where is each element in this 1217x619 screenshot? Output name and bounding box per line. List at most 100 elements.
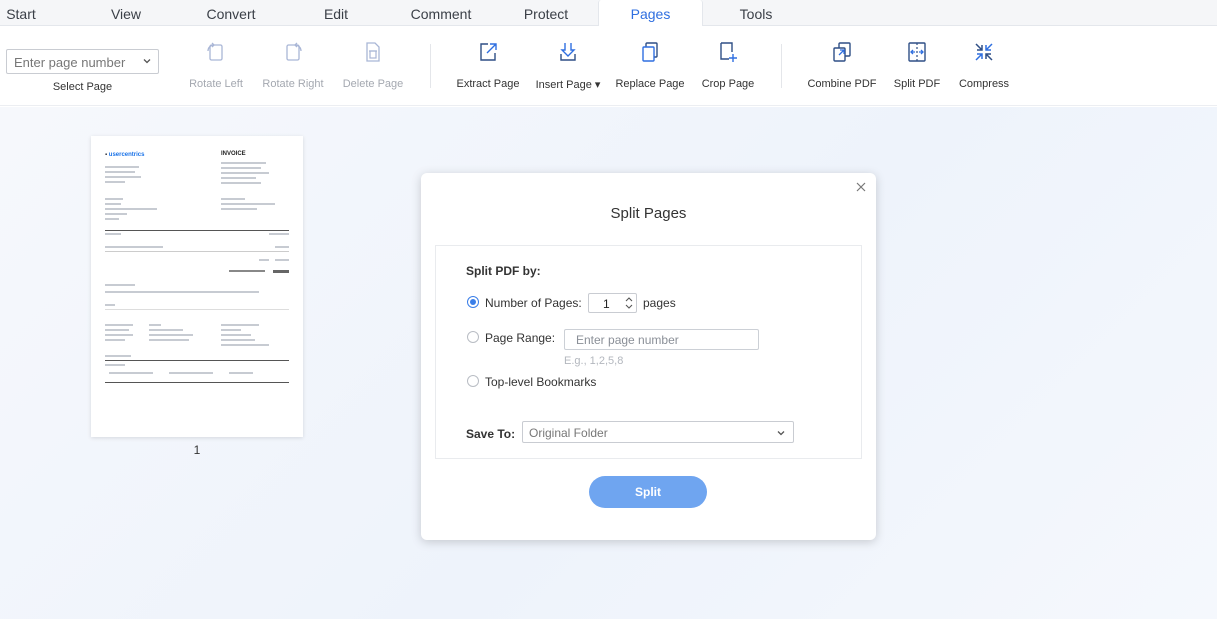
radio-number-of-pages[interactable] [467, 296, 479, 308]
tab-comment[interactable]: Comment [401, 0, 481, 26]
replace-page-icon [642, 42, 658, 62]
invoice-text-line [259, 259, 269, 261]
page-number-label: 1 [193, 443, 201, 457]
invoice-text-line [273, 270, 289, 273]
split-button[interactable]: Split [589, 476, 707, 508]
invoice-text-line [221, 339, 255, 341]
split-pdf-icon [908, 42, 926, 62]
compress-button[interactable]: Compress [942, 40, 1026, 90]
invoice-text-line [221, 172, 269, 174]
save-to-label: Save To: [466, 427, 516, 441]
invoice-text-line [105, 334, 133, 336]
extract-page-button[interactable]: Extract Page [446, 40, 530, 90]
invoice-text-line [169, 372, 213, 374]
compress-label: Compress [958, 78, 1010, 90]
invoice-text-line [105, 364, 125, 366]
save-to-value: Original Folder [529, 426, 608, 440]
tab-pages[interactable]: Pages [598, 0, 703, 27]
invoice-rule [105, 251, 289, 252]
replace-page-label: Replace Page [615, 78, 685, 90]
invoice-text-line [221, 203, 275, 205]
invoice-text-line [149, 324, 161, 326]
delete-page-label: Delete Page [342, 78, 404, 90]
invoice-text-line [221, 344, 269, 346]
invoice-text-line [105, 291, 259, 293]
rotate-right-label: Rotate Right [262, 78, 324, 90]
insert-page-label: Insert Page ▾ [535, 79, 601, 91]
invoice-text-line [221, 324, 259, 326]
invoice-text-line [109, 372, 153, 374]
invoice-text-line [221, 208, 257, 210]
invoice-text-line [105, 181, 125, 183]
invoice-text-line [221, 329, 241, 331]
number-of-pages-label[interactable]: Number of Pages: [485, 296, 582, 310]
crop-page-label: Crop Page [701, 78, 755, 90]
page-range-label[interactable]: Page Range: [485, 331, 555, 345]
split-pages-dialog: Split Pages Split PDF by: Number of Page… [421, 173, 876, 540]
invoice-text-line [105, 176, 141, 178]
pages-stepper-value: 1 [603, 297, 610, 311]
tab-convert[interactable]: Convert [196, 0, 266, 26]
invoice-text-line [105, 166, 139, 168]
invoice-text-line [221, 162, 266, 164]
replace-page-button[interactable]: Replace Page [608, 40, 692, 90]
tab-start[interactable]: Start [0, 0, 42, 26]
save-to-select[interactable]: Original Folder [522, 421, 794, 443]
rotate-right-button[interactable]: Rotate Right [251, 40, 335, 90]
radio-top-level-bookmarks[interactable] [467, 375, 479, 387]
invoice-rule [105, 360, 289, 361]
top-level-bookmarks-label[interactable]: Top-level Bookmarks [485, 375, 596, 389]
compress-icon [975, 43, 993, 61]
invoice-text-line [105, 203, 121, 205]
tab-tools[interactable]: Tools [730, 0, 782, 26]
invoice-text-line [269, 233, 289, 235]
invoice-text-line [221, 182, 261, 184]
invoice-text-line [105, 171, 135, 173]
invoice-text-line [105, 233, 121, 235]
invoice-text-line [105, 329, 129, 331]
delete-page-icon [366, 42, 380, 62]
pages-stepper[interactable]: 1 [588, 293, 637, 313]
close-icon[interactable] [855, 181, 867, 193]
pages-toolbar: Enter page number Select Page Rotate Lef… [0, 26, 1217, 106]
invoice-text-line [275, 259, 289, 261]
invoice-text-line [221, 334, 251, 336]
invoice-rule [105, 309, 289, 310]
toolbar-divider [781, 44, 782, 88]
invoice-rule [105, 230, 289, 231]
invoice-text-line [149, 334, 193, 336]
invoice-text-line [105, 304, 115, 306]
invoice-title: INVOICE [221, 151, 246, 157]
tab-protect[interactable]: Protect [515, 0, 577, 26]
invoice-text-line [105, 355, 131, 357]
tab-view[interactable]: View [98, 0, 154, 26]
insert-page-button[interactable]: Insert Page ▾ [526, 40, 610, 91]
page-number-select[interactable]: Enter page number [6, 49, 159, 74]
invoice-logo: ▪ usercentrics [105, 152, 145, 158]
invoice-text-line [105, 208, 157, 210]
page-thumbnail[interactable]: ▪ usercentrics INVOICE [91, 136, 303, 437]
invoice-text-line [105, 284, 135, 286]
invoice-rule [105, 382, 289, 383]
pages-unit-label: pages [643, 296, 676, 310]
delete-page-button[interactable]: Delete Page [331, 40, 415, 90]
invoice-text-line [221, 198, 245, 200]
invoice-text-line [105, 213, 127, 215]
crop-page-button[interactable]: Crop Page [686, 40, 770, 90]
rotate-left-label: Rotate Left [189, 78, 243, 90]
invoice-text-line [221, 177, 256, 179]
page-range-input[interactable]: Enter page number [564, 329, 759, 350]
extract-page-label: Extract Page [456, 78, 520, 90]
page-select-placeholder: Enter page number [14, 55, 126, 70]
split-by-label: Split PDF by: [466, 264, 541, 278]
invoice-text-line [105, 324, 133, 326]
invoice-text-line [275, 246, 289, 248]
combine-pdf-button[interactable]: Combine PDF [800, 40, 884, 90]
stepper-arrows-icon[interactable] [625, 296, 633, 310]
tab-edit[interactable]: Edit [311, 0, 361, 26]
split-options-panel: Split PDF by: Number of Pages: 1 pages P… [435, 245, 862, 459]
menu-bar: Start View Convert Edit Comment Protect … [0, 0, 1217, 27]
rotate-right-icon [286, 42, 302, 61]
rotate-left-button[interactable]: Rotate Left [174, 40, 258, 90]
radio-page-range[interactable] [467, 331, 479, 343]
